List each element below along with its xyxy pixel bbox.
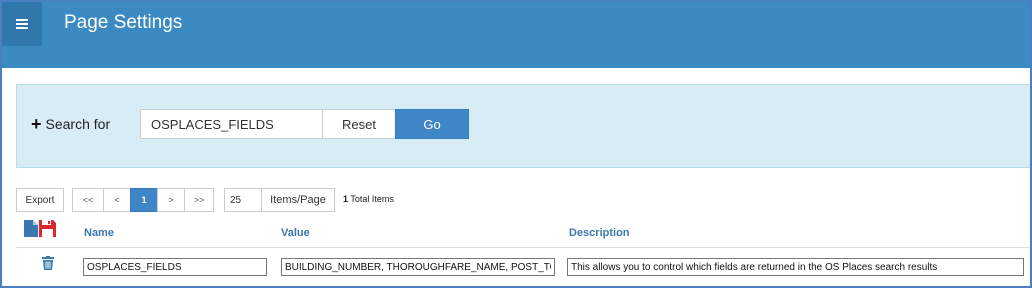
table-row [16, 250, 1030, 280]
total-items-count: 1 [343, 194, 349, 204]
new-document-icon[interactable] [24, 220, 38, 237]
last-page-button[interactable]: >> [184, 188, 214, 212]
page-frame: Page Settings + Search for Reset Go Expo… [0, 0, 1032, 288]
column-header-value[interactable]: Value [281, 227, 310, 239]
column-header-description[interactable]: Description [569, 227, 630, 239]
search-label: Search for [45, 116, 111, 132]
page-title: Page Settings [64, 12, 183, 33]
total-items: 1 Total Items [343, 194, 394, 204]
page-1-button[interactable]: 1 [130, 188, 158, 212]
export-button[interactable]: Export [16, 188, 64, 212]
reset-button[interactable]: Reset [322, 109, 396, 139]
pagination: << < 1 > >> [72, 188, 214, 212]
search-input[interactable] [140, 109, 323, 139]
table-header: Name Value Description [16, 218, 1030, 248]
name-field[interactable] [83, 258, 267, 276]
column-header-name[interactable]: Name [84, 227, 114, 239]
next-page-button[interactable]: > [157, 188, 185, 212]
save-icon[interactable] [39, 220, 56, 237]
search-toggle[interactable]: + Search for [31, 114, 111, 134]
value-field[interactable] [281, 258, 555, 276]
hamburger-menu-icon [16, 19, 28, 29]
items-per-page-input[interactable] [224, 188, 262, 212]
trash-icon[interactable] [42, 256, 54, 270]
items-per-page-button[interactable]: Items/Page [261, 188, 335, 212]
search-panel: + Search for Reset Go [16, 84, 1030, 168]
table-actions [24, 220, 56, 237]
plus-icon: + [31, 114, 42, 134]
total-items-label: Total Items [350, 194, 394, 204]
first-page-button[interactable]: << [72, 188, 104, 212]
description-field[interactable] [567, 258, 1024, 276]
app-header: Page Settings [2, 2, 1030, 68]
prev-page-button[interactable]: < [103, 188, 131, 212]
menu-button[interactable] [2, 2, 42, 46]
main-content: + Search for Reset Go Export << < 1 > >>… [2, 68, 1030, 286]
go-button[interactable]: Go [395, 109, 469, 139]
